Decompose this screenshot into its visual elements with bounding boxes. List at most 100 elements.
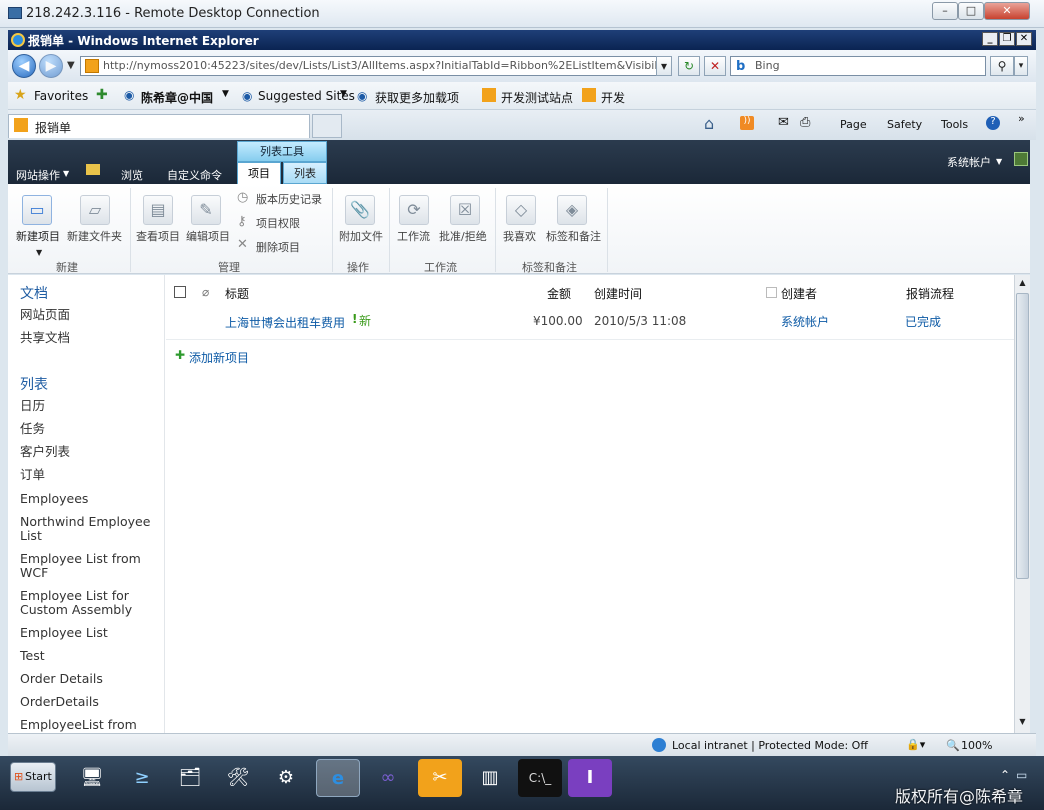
ie-close-button[interactable]: ✕	[1016, 32, 1032, 46]
zoom-level[interactable]: 100%	[961, 739, 992, 752]
protected-mode-icon[interactable]: 🔒▾	[906, 738, 925, 751]
address-bar[interactable]: http://nymoss2010:45223/sites/dev/Lists/…	[80, 56, 672, 76]
quicklaunch-item[interactable]: Employees	[20, 492, 88, 506]
browser-tab[interactable]: 报销单	[8, 114, 310, 138]
approve-reject-button[interactable]: 批准/拒绝	[439, 228, 487, 244]
version-history-button[interactable]: 版本历史记录	[256, 191, 322, 207]
quicklaunch-item[interactable]: Employee List from WCF	[20, 552, 150, 580]
item-title-link[interactable]: 上海世博会出租车费用	[225, 314, 345, 331]
add-favorite-icon[interactable]: ✚	[96, 87, 108, 103]
quicklaunch-item[interactable]: OrderDetails	[20, 695, 99, 709]
quicklaunch-item[interactable]: 网站页面	[20, 308, 70, 322]
chevron-down-icon[interactable]: ▼	[340, 89, 347, 99]
attach-file-button[interactable]: 附加文件	[339, 228, 383, 244]
command-prompt-icon[interactable]: C:\_	[518, 759, 562, 797]
navigate-up-icon[interactable]	[86, 164, 100, 175]
favorite-item-5[interactable]: 开发	[601, 89, 625, 106]
column-header-created[interactable]: 创建时间	[594, 285, 642, 302]
quicklaunch-item[interactable]: Northwind Employee List	[20, 515, 158, 543]
quicklaunch-item[interactable]: Employee List	[20, 626, 108, 640]
server-manager-icon[interactable]: 🖥	[70, 759, 114, 797]
like-button[interactable]: 我喜欢	[503, 228, 536, 244]
settings-gear-icon[interactable]: ⚙	[264, 759, 308, 797]
favorites-button[interactable]: Favorites	[34, 89, 88, 103]
vertical-scrollbar[interactable]: ▲ ▼	[1014, 275, 1030, 733]
configuration-icon[interactable]: ▥	[468, 759, 512, 797]
site-actions-menu[interactable]: 网站操作	[16, 167, 60, 183]
author-filter-checkbox[interactable]	[766, 287, 777, 298]
chevron-down-icon[interactable]: ▼	[63, 169, 69, 178]
quicklaunch-header-docs[interactable]: 文档	[20, 283, 48, 303]
tab-items[interactable]: 项目	[237, 162, 281, 184]
ie-minimize-button[interactable]: _	[982, 32, 998, 46]
quicklaunch-item[interactable]: Employee List for Custom Assembly	[20, 589, 150, 617]
tab-browse[interactable]: 浏览	[121, 167, 143, 183]
show-hidden-icons[interactable]: ⌃	[1000, 768, 1010, 782]
like-icon[interactable]: ◇	[506, 195, 536, 225]
explorer-icon[interactable]: 🗂	[168, 759, 212, 797]
mail-icon[interactable]: ✉	[778, 115, 789, 130]
quicklaunch-item[interactable]: 共享文档	[20, 331, 70, 345]
approve-reject-icon[interactable]: ☒	[450, 195, 480, 225]
chevron-down-icon[interactable]: ▼	[36, 248, 42, 257]
column-header-title[interactable]: 标题	[225, 285, 249, 302]
search-options-button[interactable]: ▾	[1014, 56, 1028, 76]
attach-file-icon[interactable]: 📎	[345, 195, 375, 225]
safety-menu[interactable]: Safety	[887, 118, 922, 131]
scroll-down-icon[interactable]: ▼	[1016, 717, 1029, 730]
edit-item-icon[interactable]: ✎	[191, 195, 221, 225]
history-dropdown-icon[interactable]: ▼	[67, 60, 75, 71]
column-header-amount[interactable]: 金额	[547, 285, 571, 302]
user-menu[interactable]: 系统帐户	[947, 154, 991, 170]
more-commands-icon[interactable]: »	[1018, 112, 1025, 125]
tags-notes-button[interactable]: 标签和备注	[546, 228, 601, 244]
quicklaunch-item[interactable]: 任务	[20, 422, 45, 436]
quicklaunch-item[interactable]: Order Details	[20, 672, 103, 686]
delete-item-button[interactable]: 删除项目	[256, 239, 300, 255]
address-dropdown-button[interactable]: ▾	[656, 56, 672, 76]
page-menu[interactable]: Page	[840, 118, 867, 131]
item-author-link[interactable]: 系统帐户	[781, 313, 829, 330]
new-item-icon[interactable]: ▭	[22, 195, 52, 225]
quicklaunch-item[interactable]: 客户列表	[20, 445, 70, 459]
tools-icon[interactable]: 🛠	[216, 759, 260, 797]
item-permissions-button[interactable]: 项目权限	[256, 215, 300, 231]
view-item-button[interactable]: 查看项目	[136, 228, 180, 244]
rdp-close-button[interactable]: ✕	[984, 2, 1030, 20]
scroll-thumb[interactable]	[1016, 293, 1029, 579]
quicklaunch-item[interactable]: 订单	[20, 468, 45, 482]
search-input[interactable]: Bing	[730, 56, 986, 76]
chevron-down-icon[interactable]: ▼	[222, 89, 229, 99]
select-all-checkbox[interactable]	[174, 286, 186, 298]
workflow-button[interactable]: 工作流	[397, 228, 430, 244]
help-icon[interactable]: ?	[986, 116, 1000, 130]
tab-list[interactable]: 列表	[283, 162, 327, 184]
view-item-icon[interactable]: ▤	[143, 195, 173, 225]
quicklaunch-item[interactable]: 日历	[20, 399, 45, 413]
ie-restore-button[interactable]: ❐	[999, 32, 1015, 46]
network-icon[interactable]: ▭	[1016, 768, 1027, 782]
tools-menu[interactable]: Tools	[941, 118, 968, 131]
print-icon[interactable]: ⎙	[800, 115, 810, 130]
column-header-workflow[interactable]: 报销流程	[906, 285, 954, 302]
sharepoint-designer-icon[interactable]: ✂	[418, 759, 462, 797]
scroll-up-icon[interactable]: ▲	[1016, 278, 1029, 291]
infopath-icon[interactable]: I	[568, 759, 612, 797]
home-icon[interactable]: ⌂	[704, 114, 714, 133]
column-header-author[interactable]: 创建者	[781, 285, 817, 302]
edit-item-button[interactable]: 编辑项目	[186, 228, 230, 244]
favorite-item-4[interactable]: 开发测试站点	[501, 89, 573, 106]
rdp-minimize-button[interactable]: –	[932, 2, 958, 20]
powershell-icon[interactable]: ≥	[120, 759, 164, 797]
refresh-button[interactable]: ↻	[678, 56, 700, 76]
tags-notes-icon[interactable]: ◈	[557, 195, 587, 225]
new-tab-button[interactable]	[312, 114, 342, 138]
quicklaunch-item[interactable]: EmployeeList from	[20, 718, 137, 732]
new-item-button[interactable]: 新建项目	[16, 228, 60, 244]
chevron-down-icon[interactable]: ▼	[996, 157, 1002, 166]
visual-studio-icon[interactable]: ∞	[366, 759, 410, 797]
search-icon[interactable]: ⚲	[990, 56, 1014, 76]
favorite-item-3[interactable]: 获取更多加载项	[375, 89, 459, 106]
feeds-icon[interactable]: ))	[740, 116, 754, 130]
item-workflow-link[interactable]: 已完成	[905, 313, 941, 330]
